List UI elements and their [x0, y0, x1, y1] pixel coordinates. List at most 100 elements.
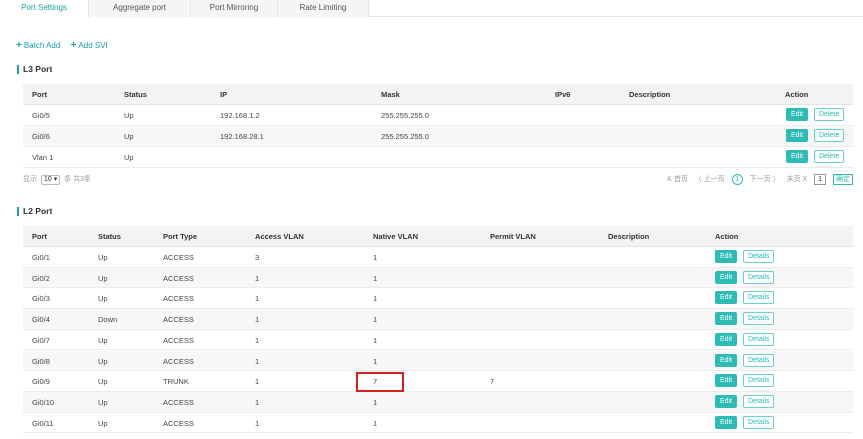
- batch-add-button[interactable]: + Batch Add: [16, 40, 60, 51]
- delete-button[interactable]: Delete: [814, 108, 845, 121]
- edit-button[interactable]: Edit: [715, 332, 738, 346]
- cell-status: Up: [98, 273, 108, 283]
- table-row: Gi0/8 Up ACCESS 1 1 Edit Details: [23, 350, 853, 372]
- edit-button[interactable]: Edit: [715, 291, 738, 305]
- header-action: Action: [785, 90, 809, 99]
- cell-port-type: ACCESS: [163, 356, 194, 366]
- edit-button[interactable]: Edit: [715, 394, 738, 408]
- page-size-control: 显示 10 ▾ 条 共3条: [23, 174, 91, 185]
- last-page-link[interactable]: 末页 X: [787, 176, 808, 183]
- header-status: Status: [124, 90, 147, 99]
- add-svi-button[interactable]: + Add SVI: [71, 40, 108, 51]
- total-label: 条 共3条: [64, 176, 92, 183]
- cell-port: Gi0/8: [32, 356, 50, 366]
- show-label: 显示: [23, 176, 37, 183]
- cell-native-vlan: 1: [373, 294, 378, 304]
- edit-button[interactable]: Edit: [786, 150, 809, 163]
- table-row: Vlan 1 Up Edit Delete: [23, 147, 853, 168]
- header-port-type: Port Type: [163, 232, 198, 241]
- header-access-vlan: Access VLAN: [255, 232, 304, 241]
- details-button[interactable]: Details: [743, 270, 775, 284]
- add-svi-label: Add SVI: [78, 41, 108, 50]
- details-button[interactable]: Details: [743, 312, 775, 326]
- cell-access-vlan: 1: [255, 356, 260, 366]
- cell-native-vlan: 1: [373, 253, 378, 262]
- cell-port: Gi0/10: [32, 397, 55, 407]
- cell-port: Gi0/1: [32, 253, 50, 262]
- edit-button[interactable]: Edit: [786, 108, 809, 121]
- table-header: Port Status Port Type Access VLAN Native…: [23, 226, 853, 247]
- table-row: Gi0/6 Up 192.168.28.1 255.255.255.0 Edit Dele…: [23, 126, 853, 147]
- header-description: Description: [629, 90, 671, 99]
- l3-port-title: L3 Port: [17, 65, 52, 74]
- details-button[interactable]: Details: [743, 353, 775, 367]
- tab-port-mirroring[interactable]: Port Mirroring: [191, 0, 278, 17]
- cell-port: Vlan 1: [32, 153, 54, 162]
- cell-port: Gi0/5: [32, 111, 50, 120]
- cell-mask: 255.255.255.0: [381, 111, 429, 120]
- delete-button[interactable]: Delete: [814, 129, 845, 142]
- details-button[interactable]: Details: [743, 250, 775, 263]
- cell-port-type: TRUNK: [163, 377, 189, 387]
- cell-native-vlan: 1: [373, 397, 378, 407]
- cell-native-vlan: 1: [373, 335, 378, 345]
- tab-port-settings[interactable]: Port Settings: [0, 0, 89, 18]
- first-page-link[interactable]: K 首页: [667, 176, 688, 183]
- tab-rate-limiting[interactable]: Rate Limiting: [278, 0, 369, 17]
- cell-status: Up: [98, 397, 108, 407]
- table-row: Gi0/7 Up ACCESS 1 1 Edit Details: [23, 330, 853, 351]
- cell-status: Up: [124, 132, 134, 141]
- cell-native-vlan: 1: [373, 356, 378, 366]
- details-button[interactable]: Details: [743, 394, 775, 408]
- batch-add-label: Batch Add: [23, 41, 61, 50]
- current-page[interactable]: 1: [731, 174, 743, 185]
- edit-button[interactable]: Edit: [715, 374, 738, 388]
- edit-button[interactable]: Edit: [715, 312, 738, 326]
- table-row: Gi0/1 Up ACCESS 3 1 Edit Details: [23, 247, 853, 268]
- cell-access-vlan: 1: [255, 315, 260, 325]
- prev-page-link[interactable]: 〈 上一页: [695, 176, 725, 183]
- cell-port: Gi0/6: [32, 132, 50, 141]
- plus-icon: +: [16, 40, 22, 51]
- details-button[interactable]: Details: [743, 332, 775, 346]
- table-row: Gi0/11 Up ACCESS 1 1 Edit Details: [23, 413, 853, 434]
- cell-port: Gi0/9: [32, 377, 50, 387]
- details-button[interactable]: Details: [743, 291, 775, 305]
- cell-status: Up: [98, 418, 108, 428]
- cell-port: Gi0/2: [32, 273, 50, 283]
- table-row: Gi0/3 Up ACCESS 1 1 Edit Details: [23, 288, 853, 310]
- cell-status: Up: [124, 153, 134, 162]
- edit-button[interactable]: Edit: [715, 353, 738, 367]
- cell-access-vlan: 1: [255, 335, 260, 345]
- details-button[interactable]: Details: [743, 415, 775, 429]
- next-page-link[interactable]: 下一页 〉: [750, 176, 780, 183]
- table-row: Gi0/10 Up ACCESS 1 1 Edit Details: [23, 391, 853, 413]
- cell-permit-vlan: 7: [490, 377, 495, 387]
- table-row: Gi0/4 Down ACCESS 1 1 Edit Details: [23, 309, 853, 330]
- table-row: Gi0/5 Up 192.168.1.2 255.255.255.0 Edit Delet…: [23, 105, 853, 126]
- edit-button[interactable]: Edit: [715, 270, 738, 284]
- tab-aggregate-port[interactable]: Aggregate port: [89, 0, 191, 17]
- header-ip: IP: [220, 90, 228, 99]
- page-size-select[interactable]: 10 ▾: [40, 175, 61, 185]
- table-row: Gi0/2 Up ACCESS 1 1 Edit Details: [23, 267, 853, 289]
- tab-bar: Port Settings Aggregate port Port Mirror…: [0, 0, 863, 18]
- edit-button[interactable]: Edit: [786, 129, 809, 142]
- header-mask: Mask: [381, 90, 400, 99]
- cell-port: Gi0/4: [32, 315, 50, 325]
- toolbar: + Batch Add + Add SVI: [16, 40, 116, 51]
- jump-page-input[interactable]: 1: [814, 174, 827, 185]
- cell-port-type: ACCESS: [163, 335, 194, 345]
- edit-button[interactable]: Edit: [715, 250, 738, 263]
- header-ipv6: IPv6: [555, 90, 571, 99]
- edit-button[interactable]: Edit: [715, 415, 738, 429]
- details-button[interactable]: Details: [743, 374, 775, 388]
- confirm-button[interactable]: 确定: [833, 174, 853, 185]
- cell-mask: 255.255.255.0: [381, 132, 429, 141]
- cell-port-type: ACCESS: [163, 253, 194, 262]
- table-header: Port Status IP Mask IPv6 Description Act…: [23, 84, 853, 105]
- delete-button[interactable]: Delete: [814, 150, 845, 163]
- cell-status: Up: [124, 111, 134, 120]
- cell-ip: 192.168.1.2: [220, 111, 260, 120]
- header-native-vlan: Native VLAN: [373, 232, 419, 241]
